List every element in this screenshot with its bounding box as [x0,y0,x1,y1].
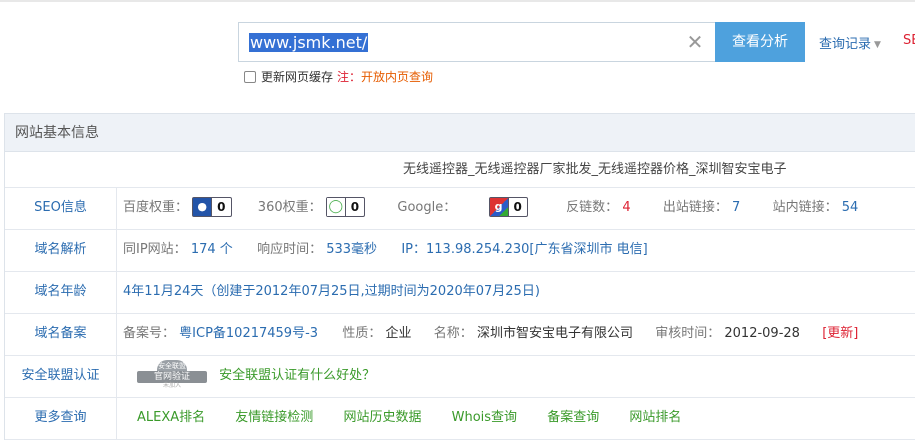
ip-info: IP：113.98.254.230[广东省深圳市 电信] [401,242,648,257]
beian-label: 域名备案 [5,314,117,355]
backlinks-value[interactable]: 4 [622,200,630,215]
panel-title: 网站基本信息 [5,114,915,152]
inlinks-value[interactable]: 54 [842,200,859,215]
close-icon[interactable]: ✕ [685,32,705,52]
seo-link[interactable]: SE [903,33,915,48]
google-weight-badge[interactable]: g0 [488,196,528,217]
safety-benefit-link[interactable]: 安全联盟认证有什么好处？ [219,368,375,383]
alexa-link[interactable]: ALEXA排名 [137,410,205,425]
baidu-paw-icon: ● [193,197,212,216]
update-cache-checkbox[interactable] [244,71,256,83]
seo-row: SEO信息 百度权重： ● 0 360权重： ◯ 0 Google： g0 反链数：… [5,188,915,230]
top-border [0,0,915,2]
search-input[interactable]: www.jsmk.net/ ✕ [238,22,715,62]
verification-seal-icon[interactable]: 安全联盟 官网验证 未加入 [129,359,215,389]
site-title: 无线遥控器_无线遥控器厂家批发_无线遥控器价格_深圳智安宝电子 [403,162,787,177]
360-logo-icon: ◯ [326,197,345,216]
site-title-row: 无线遥控器_无线遥控器厂家批发_无线遥控器价格_深圳智安宝电子 [5,152,915,188]
update-cache-label: 更新网页缓存 [261,70,334,84]
beian-row: 域名备案 备案号： 粤ICP备10217459号-3 性质： 企业 名称： 深圳… [5,314,915,356]
safety-row: 安全联盟认证 安全联盟 官网验证 未加入 安全联盟认证有什么好处？ [5,356,915,398]
safety-label: 安全联盟认证 [5,356,117,397]
site-rank-link[interactable]: 网站排名 [629,410,681,425]
cache-note: 注：开放内页查询 [337,70,434,84]
360-weight-badge[interactable]: ◯ 0 [325,196,366,217]
outlinks-value[interactable]: 7 [732,200,740,215]
history-data-link[interactable]: 网站历史数据 [343,410,421,425]
beian-update-link[interactable]: [更新] [822,326,858,341]
age-label: 域名年龄 [5,272,117,313]
google-logo-icon: g [489,197,508,216]
search-value: www.jsmk.net/ [249,33,369,52]
beian-number[interactable]: 粤ICP备10217459号-3 [179,326,318,341]
same-ip-link[interactable]: 174 个 [191,242,233,257]
domain-age: 4年11月24天（创建于2012年07月25日,过期时间为2020年07月25日… [123,284,540,299]
response-time: 533毫秒 [326,242,378,257]
friend-link-check-link[interactable]: 友情链接检测 [235,410,313,425]
beian-query-link[interactable]: 备案查询 [547,410,599,425]
more-label: 更多查询 [5,398,117,439]
cache-row: 更新网页缓存 注：开放内页查询 [244,69,433,85]
age-row: 域名年龄 4年11月24天（创建于2012年07月25日,过期时间为2020年0… [5,272,915,314]
beian-date: 2012-09-28 [724,326,800,341]
baidu-weight-badge[interactable]: ● 0 [192,196,232,217]
beian-nature: 企业 [385,326,412,341]
query-history-menu[interactable]: 查询记录 ▼ [819,33,881,52]
site-info-panel: 网站基本信息 无线遥控器_无线遥控器厂家批发_无线遥控器价格_深圳智安宝电子 S… [4,113,915,440]
beian-name: 深圳市智安宝电子有限公司 [476,326,633,341]
dns-row: 域名解析 同IP网站： 174 个 响应时间： 533毫秒 IP：113.98.… [5,230,915,272]
dns-label: 域名解析 [5,230,117,271]
analyze-button[interactable]: 查看分析 [715,22,805,62]
seo-label: SEO信息 [5,188,117,229]
whois-link[interactable]: Whois查询 [452,410,517,425]
open-inner-page-link[interactable]: 开放内页查询 [361,70,433,84]
more-row: 更多查询 ALEXA排名 友情链接检测 网站历史数据 Whois查询 备案查询 … [5,398,915,440]
chevron-down-icon: ▼ [874,40,881,50]
